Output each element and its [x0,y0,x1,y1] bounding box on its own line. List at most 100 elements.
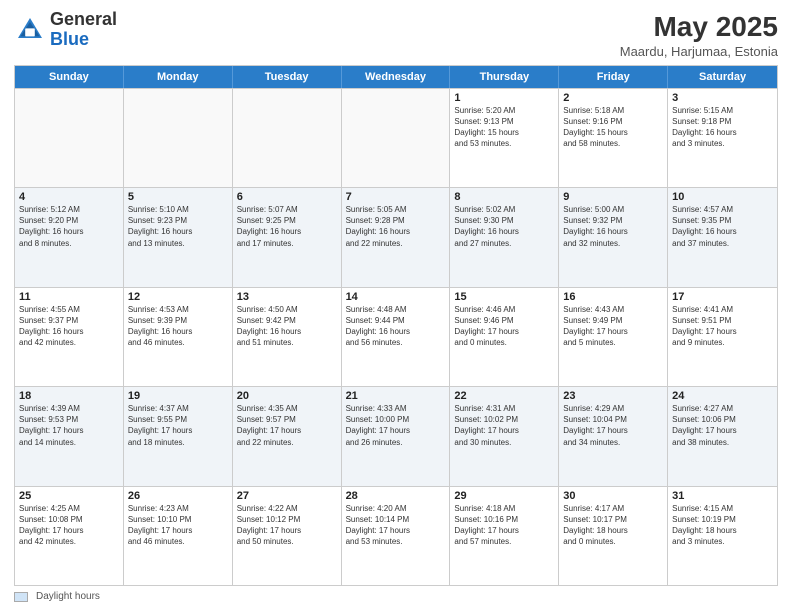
day-info: Sunrise: 4:31 AM Sunset: 10:02 PM Daylig… [454,403,554,448]
day-number: 18 [19,390,119,402]
day-number: 21 [346,390,446,402]
day-number: 17 [672,291,773,303]
day-info: Sunrise: 4:37 AM Sunset: 9:55 PM Dayligh… [128,403,228,448]
day-info: Sunrise: 5:20 AM Sunset: 9:13 PM Dayligh… [454,105,554,150]
day-number: 28 [346,490,446,502]
calendar-cell: 14Sunrise: 4:48 AM Sunset: 9:44 PM Dayli… [342,288,451,386]
day-number: 24 [672,390,773,402]
day-number: 11 [19,291,119,303]
calendar-cell: 27Sunrise: 4:22 AM Sunset: 10:12 PM Dayl… [233,487,342,585]
calendar-cell: 23Sunrise: 4:29 AM Sunset: 10:04 PM Dayl… [559,387,668,485]
day-info: Sunrise: 5:00 AM Sunset: 9:32 PM Dayligh… [563,204,663,249]
day-number: 13 [237,291,337,303]
calendar-cell: 22Sunrise: 4:31 AM Sunset: 10:02 PM Dayl… [450,387,559,485]
logo-icon [14,14,46,46]
legend: Daylight hours [14,591,778,602]
day-number: 15 [454,291,554,303]
calendar-cell: 2Sunrise: 5:18 AM Sunset: 9:16 PM Daylig… [559,89,668,187]
calendar-row: 25Sunrise: 4:25 AM Sunset: 10:08 PM Dayl… [15,486,777,585]
calendar-header: SundayMondayTuesdayWednesdayThursdayFrid… [15,66,777,88]
day-number: 8 [454,191,554,203]
calendar-body: 1Sunrise: 5:20 AM Sunset: 9:13 PM Daylig… [15,88,777,585]
weekday-header: Saturday [668,66,777,88]
day-number: 27 [237,490,337,502]
calendar-cell: 4Sunrise: 5:12 AM Sunset: 9:20 PM Daylig… [15,188,124,286]
calendar-cell: 6Sunrise: 5:07 AM Sunset: 9:25 PM Daylig… [233,188,342,286]
day-number: 25 [19,490,119,502]
day-number: 2 [563,92,663,104]
logo: General Blue [14,10,117,50]
calendar-cell: 7Sunrise: 5:05 AM Sunset: 9:28 PM Daylig… [342,188,451,286]
day-info: Sunrise: 4:27 AM Sunset: 10:06 PM Daylig… [672,403,773,448]
day-info: Sunrise: 5:10 AM Sunset: 9:23 PM Dayligh… [128,204,228,249]
logo-text: General Blue [50,10,117,50]
day-info: Sunrise: 4:57 AM Sunset: 9:35 PM Dayligh… [672,204,773,249]
calendar-cell: 30Sunrise: 4:17 AM Sunset: 10:17 PM Dayl… [559,487,668,585]
day-number: 3 [672,92,773,104]
day-info: Sunrise: 4:33 AM Sunset: 10:00 PM Daylig… [346,403,446,448]
day-number: 6 [237,191,337,203]
calendar-row: 1Sunrise: 5:20 AM Sunset: 9:13 PM Daylig… [15,88,777,187]
calendar-cell: 28Sunrise: 4:20 AM Sunset: 10:14 PM Dayl… [342,487,451,585]
day-info: Sunrise: 4:25 AM Sunset: 10:08 PM Daylig… [19,503,119,548]
calendar-cell: 8Sunrise: 5:02 AM Sunset: 9:30 PM Daylig… [450,188,559,286]
day-number: 29 [454,490,554,502]
day-number: 4 [19,191,119,203]
day-info: Sunrise: 4:50 AM Sunset: 9:42 PM Dayligh… [237,304,337,349]
calendar-cell: 21Sunrise: 4:33 AM Sunset: 10:00 PM Dayl… [342,387,451,485]
day-info: Sunrise: 4:22 AM Sunset: 10:12 PM Daylig… [237,503,337,548]
title-block: May 2025 Maardu, Harjumaa, Estonia [620,10,778,59]
calendar-cell: 13Sunrise: 4:50 AM Sunset: 9:42 PM Dayli… [233,288,342,386]
day-number: 16 [563,291,663,303]
legend-box [14,592,28,602]
day-info: Sunrise: 4:15 AM Sunset: 10:19 PM Daylig… [672,503,773,548]
day-info: Sunrise: 4:23 AM Sunset: 10:10 PM Daylig… [128,503,228,548]
calendar-cell: 29Sunrise: 4:18 AM Sunset: 10:16 PM Dayl… [450,487,559,585]
calendar-cell: 31Sunrise: 4:15 AM Sunset: 10:19 PM Dayl… [668,487,777,585]
calendar-cell: 16Sunrise: 4:43 AM Sunset: 9:49 PM Dayli… [559,288,668,386]
day-number: 12 [128,291,228,303]
calendar-cell: 26Sunrise: 4:23 AM Sunset: 10:10 PM Dayl… [124,487,233,585]
calendar-cell [233,89,342,187]
calendar-cell: 11Sunrise: 4:55 AM Sunset: 9:37 PM Dayli… [15,288,124,386]
day-number: 26 [128,490,228,502]
day-info: Sunrise: 4:46 AM Sunset: 9:46 PM Dayligh… [454,304,554,349]
weekday-header: Monday [124,66,233,88]
header: General Blue May 2025 Maardu, Harjumaa, … [14,10,778,59]
day-number: 20 [237,390,337,402]
day-info: Sunrise: 4:39 AM Sunset: 9:53 PM Dayligh… [19,403,119,448]
day-number: 9 [563,191,663,203]
page: General Blue May 2025 Maardu, Harjumaa, … [0,0,792,612]
calendar-cell [342,89,451,187]
calendar-cell: 10Sunrise: 4:57 AM Sunset: 9:35 PM Dayli… [668,188,777,286]
weekday-header: Thursday [450,66,559,88]
logo-blue-text: Blue [50,29,89,49]
day-info: Sunrise: 4:43 AM Sunset: 9:49 PM Dayligh… [563,304,663,349]
calendar-cell: 15Sunrise: 4:46 AM Sunset: 9:46 PM Dayli… [450,288,559,386]
day-info: Sunrise: 4:53 AM Sunset: 9:39 PM Dayligh… [128,304,228,349]
calendar-cell: 3Sunrise: 5:15 AM Sunset: 9:18 PM Daylig… [668,89,777,187]
calendar-cell: 18Sunrise: 4:39 AM Sunset: 9:53 PM Dayli… [15,387,124,485]
day-info: Sunrise: 4:20 AM Sunset: 10:14 PM Daylig… [346,503,446,548]
calendar-cell: 1Sunrise: 5:20 AM Sunset: 9:13 PM Daylig… [450,89,559,187]
day-info: Sunrise: 4:35 AM Sunset: 9:57 PM Dayligh… [237,403,337,448]
calendar-cell: 17Sunrise: 4:41 AM Sunset: 9:51 PM Dayli… [668,288,777,386]
day-number: 19 [128,390,228,402]
day-info: Sunrise: 5:12 AM Sunset: 9:20 PM Dayligh… [19,204,119,249]
calendar-row: 11Sunrise: 4:55 AM Sunset: 9:37 PM Dayli… [15,287,777,386]
calendar-cell: 19Sunrise: 4:37 AM Sunset: 9:55 PM Dayli… [124,387,233,485]
day-number: 30 [563,490,663,502]
calendar-cell: 20Sunrise: 4:35 AM Sunset: 9:57 PM Dayli… [233,387,342,485]
day-number: 23 [563,390,663,402]
location: Maardu, Harjumaa, Estonia [620,44,778,59]
legend-label: Daylight hours [36,591,100,602]
weekday-header: Wednesday [342,66,451,88]
calendar-cell: 12Sunrise: 4:53 AM Sunset: 9:39 PM Dayli… [124,288,233,386]
weekday-header: Sunday [15,66,124,88]
logo-general-text: General [50,9,117,29]
calendar-cell: 9Sunrise: 5:00 AM Sunset: 9:32 PM Daylig… [559,188,668,286]
day-info: Sunrise: 4:17 AM Sunset: 10:17 PM Daylig… [563,503,663,548]
day-info: Sunrise: 4:18 AM Sunset: 10:16 PM Daylig… [454,503,554,548]
weekday-header: Friday [559,66,668,88]
weekday-header: Tuesday [233,66,342,88]
